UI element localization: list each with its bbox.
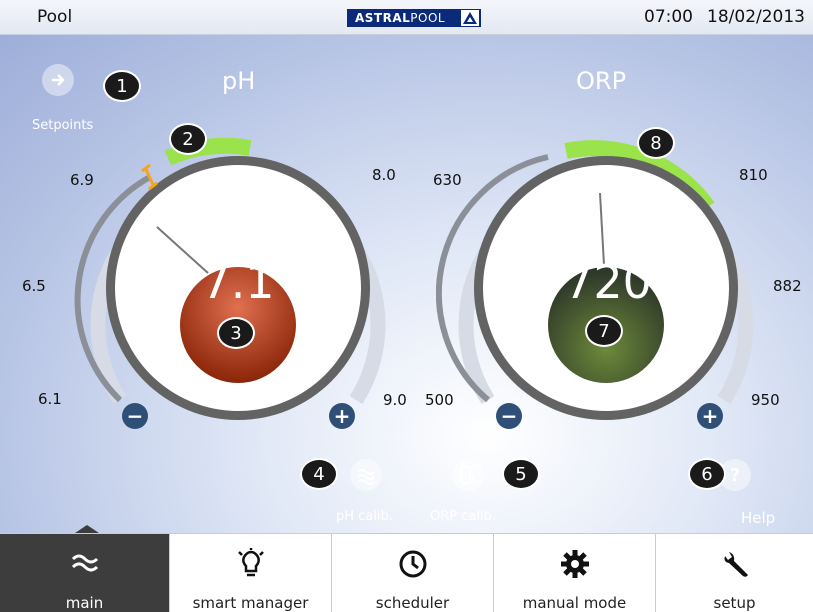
orp-scale-high: 882	[773, 277, 802, 295]
orp-calib-label: ORP calib.	[430, 509, 496, 524]
callout-badge: 6	[688, 458, 726, 490]
tab-main[interactable]: main	[0, 534, 170, 612]
orp-scale-min: 500	[425, 391, 454, 409]
setpoints-button[interactable]	[42, 64, 74, 96]
callout-badge: 7	[585, 315, 623, 347]
orp-scale-max: 950	[751, 391, 780, 409]
tab-setup[interactable]: setup	[656, 534, 813, 612]
tab-manual-mode[interactable]: manual mode	[494, 534, 656, 612]
orp-title: ORP	[576, 67, 627, 95]
ph-plus-button[interactable]: +	[329, 403, 355, 429]
astralpool-logo-icon	[461, 10, 479, 26]
gear-icon	[560, 550, 589, 578]
tab-scheduler[interactable]: scheduler	[332, 534, 494, 612]
minus-icon: −	[126, 404, 144, 428]
ph-title: pH	[222, 67, 256, 95]
orp-scale-setpoint-low: 630	[433, 171, 462, 189]
orp-calib-button[interactable]	[452, 459, 484, 491]
main-panel: Setpoints 1 pH ORP 7.1 6.1 6.5 6.9 8.0 9…	[0, 35, 813, 535]
plus-icon: +	[701, 404, 719, 428]
status-bar: Pool ASTRAL POOL 07:00 18/02/2013	[0, 0, 813, 35]
ph-calib-label: pH calib.	[336, 509, 393, 524]
callout-badge: 5	[502, 458, 540, 490]
callout-badge: 4	[300, 458, 338, 490]
clock-icon	[399, 550, 426, 578]
ph-calib-button[interactable]	[350, 459, 382, 491]
orp-minus-button[interactable]: −	[496, 403, 522, 429]
callout-badge: 3	[217, 317, 255, 349]
ph-value: 7.1	[201, 255, 275, 309]
clock-date: 18/02/2013	[707, 7, 805, 27]
orp-value: 720	[564, 255, 652, 309]
ph-scale-low: 6.5	[22, 277, 46, 295]
clock-time: 07:00	[644, 7, 693, 27]
orp-plus-button[interactable]: +	[697, 403, 723, 429]
probe-icon	[460, 466, 474, 484]
tab-smart-manager[interactable]: smart manager	[170, 534, 332, 612]
orp-scale-setpoint-high: 810	[739, 166, 768, 184]
callout-badge: 1	[103, 70, 141, 102]
ph-scale-setpoint-high: 8.0	[372, 166, 396, 184]
waves-icon	[357, 469, 375, 485]
callout-badge: 8	[637, 127, 675, 159]
wrench-icon	[724, 552, 748, 577]
ph-scale-min: 6.1	[38, 390, 62, 408]
minus-icon: −	[500, 404, 518, 428]
location-label: Pool	[37, 7, 73, 27]
help-label: Help	[741, 509, 776, 527]
lightbulb-icon	[237, 548, 264, 577]
brand-logo: ASTRAL POOL	[347, 9, 481, 27]
question-icon: ?	[729, 464, 741, 486]
ph-minus-button[interactable]: −	[122, 403, 148, 429]
callout-badge: 2	[169, 123, 207, 155]
bottom-nav: main smart manager scheduler manual mode…	[0, 533, 813, 612]
ph-scale-max: 9.0	[383, 391, 407, 409]
arrow-circle-icon	[52, 74, 65, 86]
waves-icon	[71, 554, 98, 572]
plus-icon: +	[333, 404, 351, 428]
ph-scale-setpoint-low: 6.9	[70, 171, 94, 189]
